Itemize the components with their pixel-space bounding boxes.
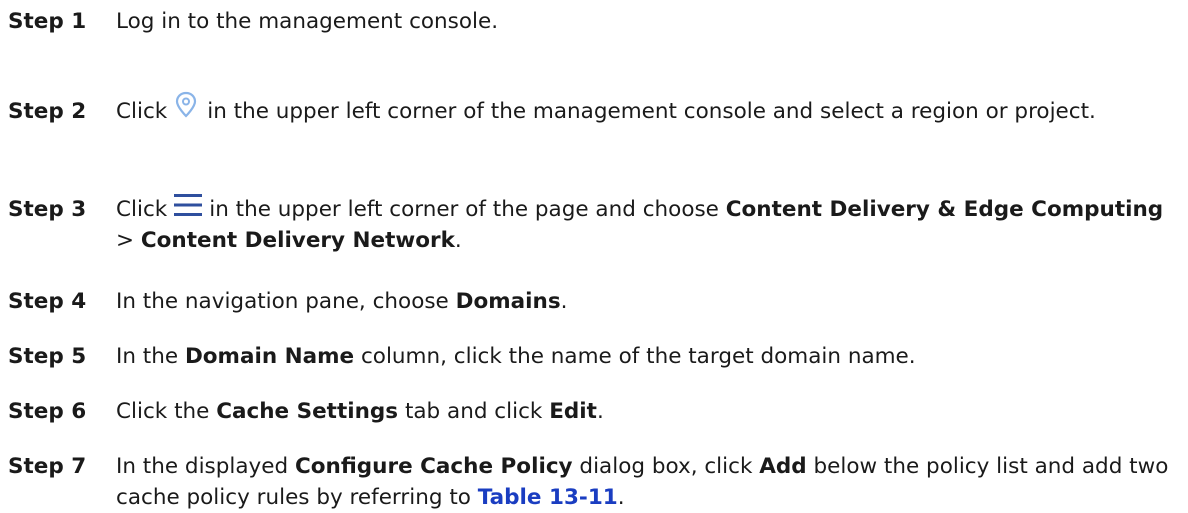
step-text: Click the Cache Settings tab and click E…: [116, 399, 604, 424]
step-label: Step 7: [8, 454, 87, 479]
step-4: Step 4 In the navigation pane, choose Do…: [8, 286, 1178, 317]
step-text: In the navigation pane, choose Domains.: [116, 289, 568, 314]
step-text: Click in the upper left corner of the man…: [116, 91, 1178, 127]
step-label: Step 1: [8, 9, 87, 34]
step-label: Step 5: [8, 344, 87, 369]
step-text: In the displayed Configure Cache Policy …: [116, 454, 1169, 510]
step-text: Click in the upper left corner of the pag…: [116, 194, 1178, 256]
menu-icon: [174, 194, 203, 216]
step-1: Step 1 Log in to the management console.: [8, 6, 1178, 37]
step-label: Step 6: [8, 399, 87, 424]
step-2: Step 2 Click in the upper left corner of …: [8, 91, 1178, 127]
location-pin-icon: [176, 91, 197, 118]
step-label: Step 3: [8, 197, 87, 222]
step-5: Step 5 In the Domain Name column, click …: [8, 341, 1178, 372]
step-7: Step 7 In the displayed Configure Cache …: [8, 451, 1178, 513]
step-label: Step 2: [8, 99, 87, 124]
step-text: In the Domain Name column, click the nam…: [116, 344, 916, 369]
step-3: Step 3 Click in the upper left corner of …: [8, 194, 1178, 256]
step-label: Step 4: [8, 289, 87, 314]
table-13-11-link[interactable]: Table 13-11: [478, 485, 618, 510]
step-text: Log in to the management console.: [116, 9, 499, 34]
step-6: Step 6 Click the Cache Settings tab and …: [8, 396, 1178, 427]
